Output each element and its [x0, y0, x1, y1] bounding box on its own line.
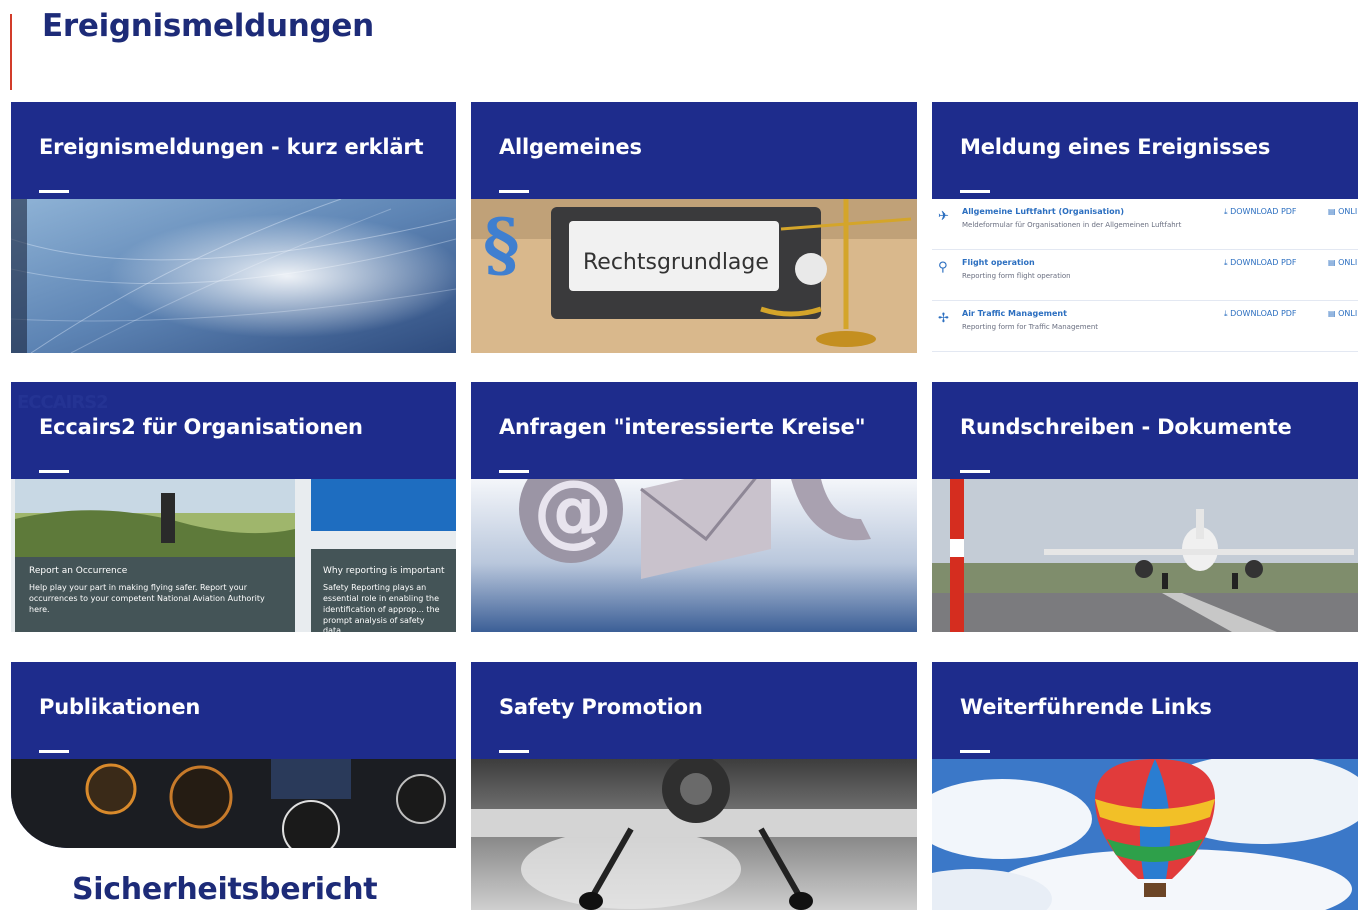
tile-dash [499, 750, 529, 753]
tile-label: Rundschreiben - Dokumente [960, 415, 1292, 439]
binder-label: Rechtsgrundlage [583, 250, 769, 275]
download-pdf-link: ⤓ DOWNLOAD PDF [1224, 258, 1297, 267]
eccairs-logo: ECCAIRS2 [17, 392, 109, 413]
tile-meldung-ereignis[interactable]: Meldung eines Ereignisses ✈ Allgemeine L… [932, 102, 1358, 353]
tile-label: Ereignismeldungen - kurz erklärt [39, 135, 424, 159]
form-list-image: ✈ Allgemeine Luftfahrt (Organisation) Me… [932, 199, 1358, 353]
tile-label: Weiterführende Links [960, 695, 1212, 719]
online-link: ▤ ONLINE [1328, 207, 1358, 216]
tile-dash [499, 190, 529, 193]
download-pdf-link: ⤓ DOWNLOAD PDF [1224, 207, 1297, 216]
tile-weiterfuehrende-links[interactable]: Weiterführende Links [932, 662, 1358, 910]
hot-air-balloon-image [932, 759, 1358, 910]
tile-dash [39, 750, 69, 753]
tile-rundschreiben[interactable]: Rundschreiben - Dokumente [932, 382, 1358, 632]
contact-image: @ [471, 479, 917, 632]
report-occurrence-card: Report an Occurrence Help play your part… [29, 566, 265, 614]
eccairs-screenshot-image: Report an Occurrence Help play your part… [11, 479, 456, 632]
tile-label: Publikationen [39, 695, 201, 719]
tile-dash [960, 190, 990, 193]
form-desc: Meldeformular für Organisationen in der … [962, 221, 1182, 229]
sicherheitsbericht-heading[interactable]: Sicherheitsbericht [72, 872, 378, 907]
tile-anfragen[interactable]: Anfragen "interessierte Kreise" @ [471, 382, 917, 632]
tile-dash [39, 190, 69, 193]
atm-icon: ✢ [938, 311, 949, 326]
form-name: Allgemeine Luftfahrt (Organisation) [962, 207, 1125, 216]
tile-label: Anfragen "interessierte Kreise" [499, 415, 866, 439]
tile-label: Allgemeines [499, 135, 642, 159]
cockpit-instruments-image [11, 759, 456, 848]
tile-dash [960, 750, 990, 753]
airplane-image [932, 479, 1358, 632]
page-title: Ereignismeldungen [42, 8, 374, 44]
online-link: ▤ ONLINE [1328, 309, 1358, 318]
form-name: Air Traffic Management [962, 309, 1067, 318]
plane-icon: ✈ [938, 209, 949, 224]
form-desc: Reporting form for Traffic Management [962, 323, 1099, 331]
tile-label: Eccairs2 für Organisationen [39, 415, 363, 439]
biplane-image [471, 759, 917, 910]
tile-allgemeines[interactable]: Allgemeines § Rechtsgrundlage [471, 102, 917, 353]
form-row: ✢ Air Traffic Management Reporting form … [932, 301, 1358, 352]
svg-text:§: § [483, 203, 520, 286]
form-row: ✈ Allgemeine Luftfahrt (Organisation) Me… [932, 199, 1358, 250]
law-binder-image: § Rechtsgrundlage [471, 199, 917, 353]
form-name: Flight operation [962, 258, 1035, 267]
download-pdf-link: ⤓ DOWNLOAD PDF [1224, 309, 1297, 318]
why-reporting-card: Why reporting is important Safety Report… [323, 566, 445, 632]
tile-dash [39, 470, 69, 473]
tile-dash [499, 470, 529, 473]
at-sign-icon: @ [533, 479, 613, 556]
tile-label: Safety Promotion [499, 695, 703, 719]
tile-publikationen[interactable]: Publikationen [11, 662, 456, 848]
form-desc: Reporting form flight operation [962, 272, 1071, 280]
title-accent-bar [10, 14, 12, 90]
form-row: ⚲ Flight operation Reporting form flight… [932, 250, 1358, 301]
tile-label: Meldung eines Ereignisses [960, 135, 1271, 159]
tile-kurz-erklaert[interactable]: Ereignismeldungen - kurz erklärt [11, 102, 456, 353]
tile-safety-promotion[interactable]: Safety Promotion [471, 662, 917, 910]
tile-eccairs2[interactable]: ECCAIRS2 Eccairs2 für Organisationen Rep… [11, 382, 456, 632]
flight-icon: ⚲ [938, 260, 948, 275]
tile-dash [960, 470, 990, 473]
online-link: ▤ ONLINE [1328, 258, 1358, 267]
network-image [11, 199, 456, 353]
